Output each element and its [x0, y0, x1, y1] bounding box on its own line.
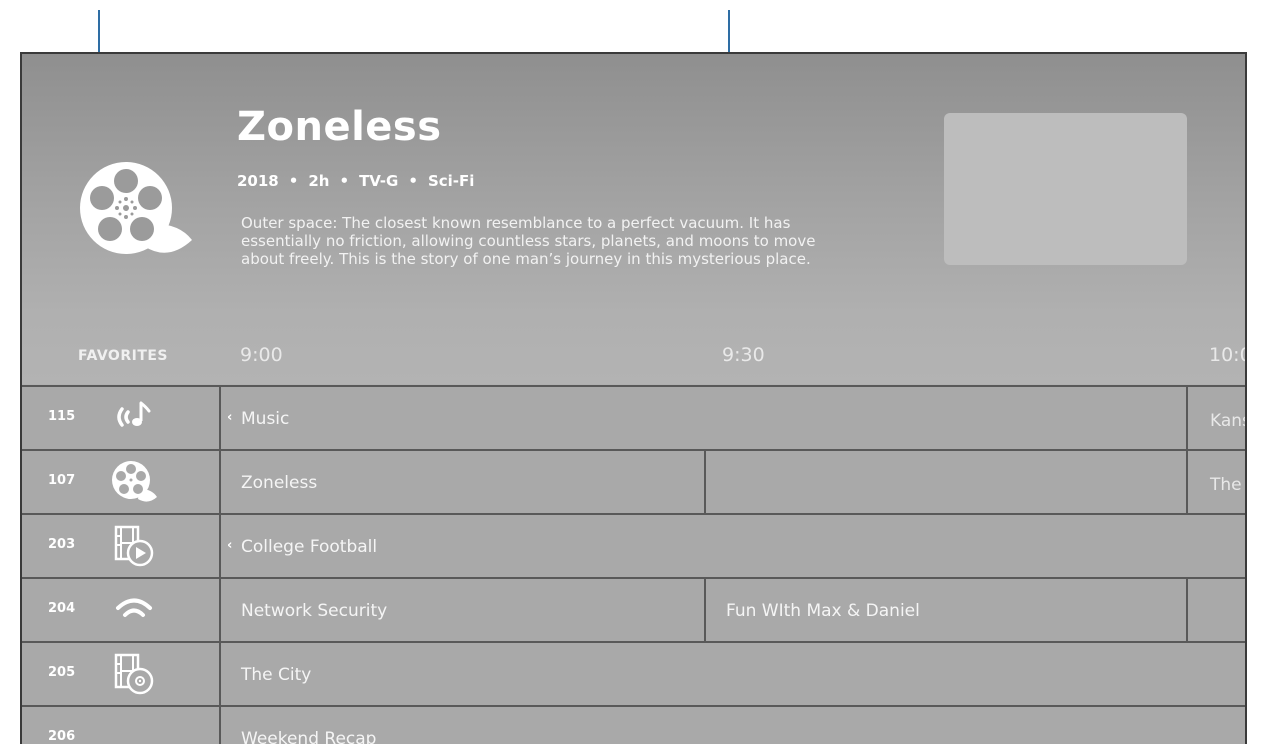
- program-cell-label: The Kitchen: [1210, 475, 1245, 495]
- channel-row-204: 204 Network Security Fun WIth Max & Dani…: [22, 577, 1245, 643]
- favorites-label[interactable]: FAVORITES: [78, 348, 168, 364]
- program-cell-the-city[interactable]: The City: [221, 643, 1245, 707]
- program-cell-music[interactable]: ‹ Music: [221, 387, 1187, 451]
- film-reel-icon: [80, 162, 192, 254]
- time-slot-930: 9:30: [722, 344, 765, 366]
- program-cell-empty[interactable]: [706, 451, 1186, 515]
- meta-separator: •: [408, 172, 418, 190]
- channel-row-107: 107 Zoneless The Kitchen: [22, 449, 1245, 515]
- preview-thumbnail[interactable]: [944, 113, 1187, 265]
- tv-guide-screen: Zoneless 2018 • 2h • TV-G • Sci-Fi Outer space…: [20, 52, 1247, 744]
- channel-number: 115: [48, 409, 76, 424]
- meta-separator: •: [339, 172, 350, 190]
- program-description: Outer space: The closest known resemblan…: [241, 214, 931, 268]
- program-cell-label: Music: [241, 409, 290, 429]
- wifi-icon: [116, 598, 152, 617]
- program-year: 2018: [237, 172, 279, 190]
- chevron-left-icon: ‹: [227, 410, 233, 425]
- film-play-icon: [114, 525, 154, 567]
- time-slot-1000: 10:00: [1209, 344, 1245, 366]
- program-cell-next[interactable]: [1188, 579, 1245, 643]
- film-reel-icon: [112, 461, 157, 502]
- channel-row-203: 203 ‹ College Football: [22, 513, 1245, 579]
- time-slot-900: 9:00: [240, 344, 283, 366]
- program-meta: 2018 • 2h • TV-G • Sci-Fi: [237, 172, 474, 190]
- program-cell-label: Network Security: [241, 601, 388, 621]
- program-cell-weekend-recap[interactable]: Weekend Recap: [221, 707, 1245, 744]
- program-title: Zoneless: [237, 104, 442, 150]
- channel-row-205: 205 The City: [22, 641, 1245, 707]
- program-cell-fun-with-max-daniel[interactable]: Fun WIth Max & Daniel: [706, 579, 1186, 643]
- film-disc-icon: [114, 653, 154, 695]
- channel-number: 205: [48, 665, 76, 680]
- program-duration: 2h: [308, 172, 330, 190]
- description-line: Outer space: The closest known resemblan…: [241, 214, 791, 232]
- program-cell-the-kitchen[interactable]: The Kitchen: [1188, 451, 1245, 515]
- program-cell-zoneless[interactable]: Zoneless: [221, 451, 704, 515]
- channel-number: 107: [48, 473, 76, 488]
- channel-row-115: 115 ‹ Music Kansas: [22, 385, 1245, 451]
- description-line: about freely. This is the story of one m…: [241, 250, 811, 268]
- program-genre: Sci-Fi: [427, 172, 475, 190]
- chevron-left-icon: ‹: [227, 538, 233, 553]
- broadcast-music-icon: [117, 401, 151, 427]
- program-cell-college-football[interactable]: ‹ College Football: [221, 515, 1245, 579]
- channel-number: 204: [48, 601, 76, 616]
- channel-row-206: 206 Weekend Recap: [22, 705, 1245, 744]
- program-cell-label: Kansas: [1210, 411, 1245, 431]
- program-rating: TV-G: [359, 172, 399, 190]
- program-cell-label: College Football: [241, 537, 378, 557]
- program-cell-label: Zoneless: [241, 473, 318, 493]
- program-cell-label: The City: [241, 665, 312, 685]
- program-cell-kansas[interactable]: Kansas: [1188, 387, 1245, 451]
- program-cell-network-security[interactable]: Network Security: [221, 579, 704, 643]
- channel-number: 203: [48, 537, 76, 552]
- meta-separator: •: [288, 172, 299, 190]
- description-line: essentially no friction, allowing countl…: [241, 232, 816, 250]
- program-cell-label: Fun WIth Max & Daniel: [726, 601, 920, 621]
